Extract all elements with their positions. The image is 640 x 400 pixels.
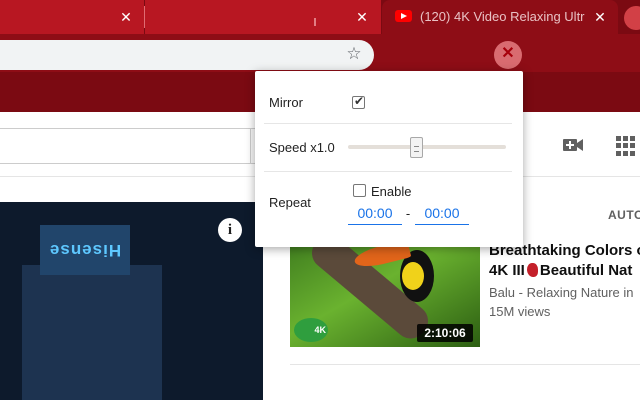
video-channel[interactable]: Balu - Relaxing Nature in: [489, 285, 640, 300]
popup-divider-1: [264, 123, 512, 124]
create-video-icon[interactable]: [562, 136, 584, 154]
extension-icon: ✕: [501, 45, 515, 62]
mirror-label: Mirror: [269, 95, 303, 110]
address-bar[interactable]: [0, 40, 374, 70]
speed-slider-track[interactable]: [348, 145, 506, 149]
thumbnail-toucan-chest: [402, 262, 424, 290]
channel-4k-badge: 4K: [294, 318, 328, 342]
tab-2[interactable]: [145, 0, 381, 34]
video-title[interactable]: Breathtaking Colors o 4K III Beautiful Na…: [489, 241, 640, 281]
video-title-line-2: 4K III Beautiful Nat: [489, 261, 640, 281]
repeat-end-time-input[interactable]: 00:00: [415, 205, 469, 225]
repeat-start-time-input[interactable]: 00:00: [348, 205, 402, 225]
tab-1-close-icon[interactable]: ✕: [118, 8, 134, 26]
repeat-enable-label: Enable: [371, 184, 412, 199]
player-building: [22, 265, 162, 400]
sidebar-divider: [290, 364, 640, 365]
autoplay-label: AUTO: [608, 208, 640, 222]
bird-emoji-icon: [526, 263, 538, 277]
popup-divider-2: [264, 171, 512, 172]
youtube-favicon-icon: [395, 10, 412, 22]
video-views: 15M views: [489, 304, 551, 319]
player-sign-text: Hisense: [48, 241, 122, 260]
bookmark-star-icon[interactable]: ☆: [344, 44, 364, 64]
tab-active-title: (120) 4K Video Relaxing Ultr: [420, 9, 585, 24]
speed-slider-handle[interactable]: [410, 137, 423, 158]
tab-2-favicon-icon: [314, 18, 316, 26]
video-title-part-b: Beautiful Nat: [539, 262, 633, 279]
video-title-part-a: 4K III: [489, 262, 525, 279]
speed-label: Speed x1.0: [269, 140, 335, 155]
apps-grid-icon[interactable]: [616, 136, 636, 156]
repeat-label: Repeat: [269, 195, 311, 210]
tab-2-close-icon[interactable]: ✕: [354, 8, 370, 26]
mirror-checkbox[interactable]: [352, 94, 365, 109]
screen: ✕ ✕ (120) 4K Video Relaxing Ultr ✕ ☆ ✕ H…: [0, 0, 640, 400]
info-icon[interactable]: i: [218, 218, 242, 242]
repeat-time-separator: -: [405, 206, 411, 221]
duration-badge: 2:10:06: [417, 324, 473, 342]
search-input[interactable]: [0, 128, 250, 164]
repeat-enable-checkbox[interactable]: [353, 184, 366, 197]
tab-active-close-icon[interactable]: ✕: [592, 8, 608, 26]
